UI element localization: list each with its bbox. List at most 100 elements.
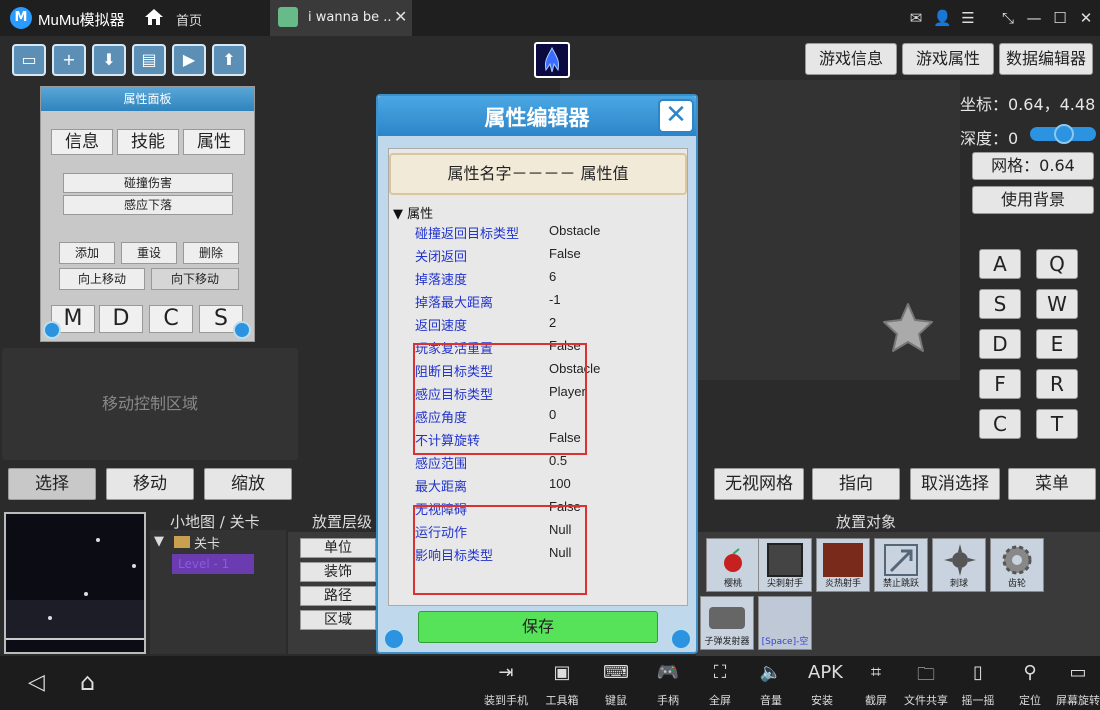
layer-unit-button[interactable]: 单位 [300, 538, 376, 558]
open-folder-icon[interactable]: ▭ [12, 44, 46, 76]
list-item[interactable]: 碰撞伤害 [63, 173, 233, 193]
move-mode-button[interactable]: 移动 [106, 468, 194, 500]
reset-button[interactable]: 重设 [121, 242, 177, 264]
key-q-button[interactable]: Q [1036, 249, 1078, 279]
screenshot-icon[interactable]: ⌗ [862, 662, 890, 686]
download-icon[interactable]: ⬇ [92, 44, 126, 76]
upload-icon[interactable]: ⬆ [212, 44, 246, 76]
keyboard-mouse-icon[interactable]: ⌨ [602, 662, 630, 686]
save-button[interactable]: 保存 [418, 611, 658, 643]
back-icon[interactable]: ◁ [28, 670, 45, 695]
home-tab[interactable]: 首页 [176, 10, 202, 29]
key-c-button[interactable]: C [149, 305, 193, 333]
game-tab[interactable]: i wanna be .. ✕ [270, 0, 412, 36]
save-disk-icon[interactable]: ▤ [132, 44, 166, 76]
no-jump-arrow-icon [884, 544, 918, 576]
user-icon[interactable]: 👤 [933, 9, 952, 27]
key-c-button[interactable]: C [979, 409, 1021, 439]
property-value[interactable]: 2 [549, 315, 556, 330]
folder-toggle-icon[interactable]: ▼ [154, 534, 164, 549]
level-item[interactable]: Level - 1 [172, 554, 254, 574]
maximize-icon[interactable]: ☐ [1051, 9, 1069, 27]
location-icon[interactable]: ⚲ [1016, 662, 1044, 686]
select-mode-button[interactable]: 选择 [8, 468, 96, 500]
scale-mode-button[interactable]: 缩放 [204, 468, 292, 500]
property-value[interactable]: Obstacle [549, 223, 600, 238]
grid-size-button[interactable]: 网格：0.64 [972, 152, 1094, 180]
move-down-button[interactable]: 向下移动 [151, 268, 239, 290]
close-tab-icon[interactable]: ✕ [394, 7, 407, 26]
move-up-button[interactable]: 向上移动 [59, 268, 145, 290]
object-gear[interactable]: 齿轮 [990, 538, 1044, 592]
tab-skills[interactable]: 技能 [117, 129, 179, 155]
object-no-jump[interactable]: 禁止跳跃 [874, 538, 928, 592]
home-icon[interactable] [144, 6, 164, 28]
property-value[interactable]: 100 [549, 476, 571, 491]
add-button[interactable]: 添加 [59, 242, 115, 264]
install-to-phone-icon[interactable]: ⇥ [492, 662, 520, 686]
key-e-button[interactable]: E [1036, 329, 1078, 359]
game-props-button[interactable]: 游戏属性 [902, 43, 994, 75]
key-a-button[interactable]: A [979, 249, 1021, 279]
use-background-button[interactable]: 使用背景 [972, 186, 1094, 214]
layer-path-button[interactable]: 路径 [300, 586, 376, 606]
minimize-icon[interactable]: — [1025, 9, 1043, 27]
resize-handle[interactable] [383, 628, 405, 650]
taskbar-label: 键鼠 [605, 694, 627, 707]
shake-icon[interactable]: ▯ [964, 662, 992, 686]
tab-attributes[interactable]: 属性 [183, 129, 245, 155]
key-d-button[interactable]: D [99, 305, 143, 333]
key-w-button[interactable]: W [1036, 289, 1078, 319]
property-value[interactable]: -1 [549, 292, 561, 307]
object-spike-ball[interactable]: 刺球 [932, 538, 986, 592]
property-value[interactable]: 6 [549, 269, 556, 284]
object-fire-shooter[interactable]: 炎热射手 [816, 538, 870, 592]
taskbar: ◁ ⌂ ⇥ 装到手机 ▣ 工具箱 ⌨ 键鼠 🎮 手柄 ⛶ 全屏 🔈 音量 APK 安装 ⌗ 截屏 🗀 文件共享 ▯ 摇… [0, 656, 1100, 710]
object-empty[interactable]: [Space]-空 [758, 596, 812, 650]
list-item[interactable]: 感应下落 [63, 195, 233, 215]
object-spike-shooter[interactable]: 尖刺射手 [758, 538, 812, 592]
rotate-screen-icon[interactable]: ▭ [1064, 662, 1092, 686]
resize-handle[interactable] [43, 321, 61, 339]
key-s-button[interactable]: S [979, 289, 1021, 319]
delete-button[interactable]: 删除 [183, 242, 239, 264]
layer-decor-button[interactable]: 装饰 [300, 562, 376, 582]
property-tree-root[interactable]: ▼ 属性 [393, 203, 433, 222]
mail-icon[interactable]: ✉ [907, 9, 925, 27]
point-button[interactable]: 指向 [812, 468, 900, 500]
menu-icon[interactable]: ☰ [959, 9, 977, 27]
file-share-icon[interactable]: 🗀 [912, 662, 940, 686]
object-cherry[interactable]: 樱桃 [706, 538, 760, 592]
resize-handle[interactable] [670, 628, 692, 650]
gamepad-icon[interactable]: 🎮 [654, 662, 682, 686]
close-icon[interactable]: ✕ [658, 99, 694, 133]
player-character-icon[interactable] [534, 42, 570, 78]
tab-info[interactable]: 信息 [51, 129, 113, 155]
key-r-button[interactable]: R [1036, 369, 1078, 399]
game-info-button[interactable]: 游戏信息 [805, 43, 897, 75]
object-bullet-launcher[interactable]: 子弹发射器 [700, 596, 754, 650]
android-home-icon[interactable]: ⌂ [80, 668, 95, 696]
key-f-button[interactable]: F [979, 369, 1021, 399]
resize-handle[interactable] [233, 321, 251, 339]
minimap[interactable] [4, 512, 146, 654]
apk-install-icon[interactable]: APK [808, 662, 843, 686]
move-control-area[interactable]: 移动控制区域 [2, 348, 298, 460]
menu-button[interactable]: 菜单 [1008, 468, 1096, 500]
property-value[interactable]: False [549, 246, 581, 261]
shrink-icon[interactable]: ⤡ [999, 9, 1017, 27]
property-value[interactable]: 0.5 [549, 453, 567, 468]
toolbox-icon[interactable]: ▣ [548, 662, 576, 686]
new-file-icon[interactable]: + [52, 44, 86, 76]
fullscreen-icon[interactable]: ⛶ [706, 662, 734, 686]
layer-area-button[interactable]: 区域 [300, 610, 376, 630]
close-window-icon[interactable]: ✕ [1077, 9, 1095, 27]
data-editor-button[interactable]: 数据编辑器 [999, 43, 1093, 75]
deselect-button[interactable]: 取消选择 [910, 468, 1000, 500]
depth-slider[interactable] [1030, 124, 1098, 144]
volume-icon[interactable]: 🔈 [757, 662, 785, 686]
key-d-button[interactable]: D [979, 329, 1021, 359]
key-t-button[interactable]: T [1036, 409, 1078, 439]
ignore-grid-button[interactable]: 无视网格 [714, 468, 804, 500]
play-icon[interactable]: ▶ [172, 44, 206, 76]
